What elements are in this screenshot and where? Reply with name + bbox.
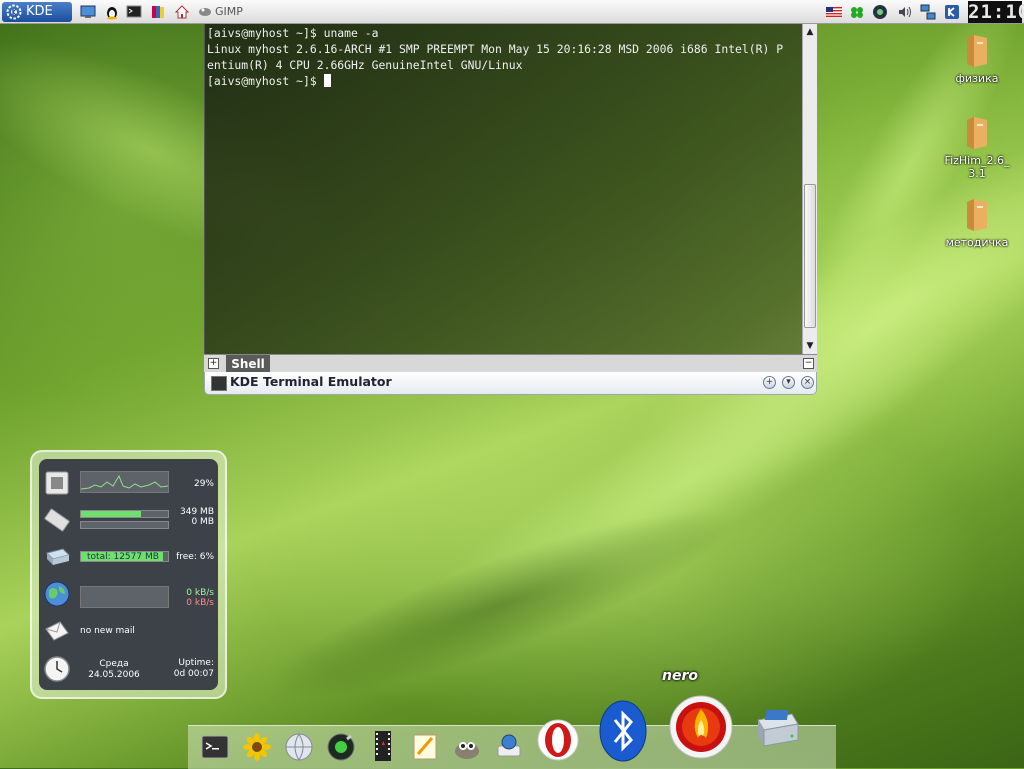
memory-used: 349 MB [180,507,214,517]
volume-icon[interactable] [897,4,913,20]
uptime-value: 0d 00:07 [173,669,214,679]
terminal-line: [aivs@myhost ~]$ uname -a [207,26,379,40]
system-monitor-widget: 29% 349 MB 0 MB total: 12577 MB free: 6%… [30,450,227,699]
opera-icon[interactable] [536,718,580,762]
network-row[interactable]: 0 kB/s 0 kB/s [39,576,218,612]
network-icon[interactable] [494,732,524,762]
tux-icon[interactable] [104,4,120,20]
swap-used: 0 MB [191,517,214,527]
desktop-icon[interactable] [80,4,96,20]
folder-icon [967,35,987,67]
system-monitor-panel: 29% 349 MB 0 MB total: 12577 MB free: 6%… [39,459,218,690]
terminal-scrollbar[interactable]: ▲ ▼ [802,24,817,354]
folder-icon [967,199,987,231]
terminal-cursor [323,74,331,87]
harddisk-icon [46,548,70,565]
media-player-icon[interactable] [326,732,356,762]
terminal-line: Linux myhost 2.6.16-ARCH #1 SMP PREEMPT … [207,42,784,56]
disk-total: total: 12577 MB [87,552,159,562]
dock-hover-label: nero [662,668,698,684]
scroll-down-arrow-icon[interactable]: ▼ [804,340,816,352]
new-tab-button[interactable]: + [208,358,219,369]
desktop-folder-fizika[interactable]: физика [938,34,1016,85]
scroll-up-arrow-icon[interactable]: ▲ [804,26,816,38]
memory-bar-fill [81,511,142,517]
mail-status: no new mail [80,626,135,636]
kde-logo-icon[interactable] [944,4,960,20]
memory-icon [44,508,70,532]
scrollbar-thumb[interactable] [804,184,816,328]
kde-menu-label: KDE [26,4,53,19]
us-flag-icon[interactable] [826,4,842,20]
datetime-row[interactable]: Среда 24.05.2006 Uptime: 0d 00:07 [39,651,218,687]
network-out: 0 kB/s [186,598,214,608]
network-graph [80,586,169,608]
tab-shell[interactable]: Shell [226,355,270,373]
desktop-folder-metodichka[interactable]: методичка [938,198,1016,249]
globe-icon [44,581,70,607]
terminal-line: entium(R) 4 CPU 2.66GHz GenuineIntel GNU… [207,58,523,72]
mail-icon [45,621,69,641]
konsole-icon [211,376,227,391]
kde-menu-button[interactable]: KDE [2,2,72,22]
media-icon[interactable] [872,4,888,20]
mail-row[interactable]: no new mail [39,613,218,649]
weekday: Среда [99,659,129,669]
drive-icon[interactable] [752,702,802,758]
taskbar-item-label: GIMP [215,5,243,18]
cpu-percent: 29% [193,479,214,489]
film-icon[interactable] [368,730,398,762]
close-tab-button[interactable]: − [803,358,814,369]
desktop-folder-fizhim[interactable]: FizHim_2.6_3.1 [938,116,1016,180]
clock[interactable]: 21:10 [968,1,1024,23]
desktop-icon-label: физика [955,72,999,85]
folder-icon [967,117,987,149]
desktop-icon-label: FizHim_2.6_3.1 [944,154,1010,180]
terminal-tab-bar: + Shell − [204,354,817,373]
close-button[interactable]: × [801,376,814,389]
taskbar-item-gimp[interactable]: GIMP [198,3,243,21]
top-panel: KDE GIMP 21:10 [0,0,1024,24]
swap-bar [80,521,169,529]
uptime-label: Uptime: [178,658,214,668]
terminal-icon[interactable] [200,732,230,762]
sunflower-icon[interactable] [242,732,272,762]
terminal-prompt: [aivs@myhost ~]$ [207,74,324,88]
disk-free: free: 6% [176,552,214,562]
memory-bar [80,510,169,518]
terminal-titlebar[interactable]: KDE Terminal Emulator + ▾ × [204,372,817,395]
globe-icon[interactable] [284,732,314,762]
terminal-icon[interactable] [126,4,142,20]
home-icon[interactable] [174,4,190,20]
cpu-graph-line [80,474,169,490]
cpu-icon [45,471,69,495]
terminal-output[interactable]: [aivs@myhost ~]$ uname -a Linux myhost 2.… [204,24,802,354]
window-title: KDE Terminal Emulator [230,374,392,389]
gimp-icon [199,8,211,16]
terminal-window: [aivs@myhost ~]$ uname -a Linux myhost 2.… [204,24,817,395]
memory-row[interactable]: 349 MB 0 MB [39,502,218,538]
notepad-icon[interactable] [410,732,440,762]
date: 24.05.2006 [88,670,140,680]
kde-gear-icon [6,4,22,20]
minimize-button[interactable]: ▾ [782,376,795,389]
cpu-row[interactable]: 29% [39,465,218,501]
network-icon[interactable] [920,4,936,20]
cpu-graph [80,471,169,493]
clover-icon[interactable] [849,4,865,20]
network-in: 0 kB/s [186,588,214,598]
books-icon[interactable] [150,4,166,20]
desktop-icon-label: методичка [945,236,1009,249]
clock-icon [44,656,70,682]
bluetooth-icon[interactable] [598,700,648,762]
maximize-button[interactable]: + [763,376,776,389]
disk-row[interactable]: total: 12577 MB free: 6% [39,539,218,575]
nero-icon[interactable] [668,694,734,760]
gimp-icon[interactable] [452,734,482,762]
